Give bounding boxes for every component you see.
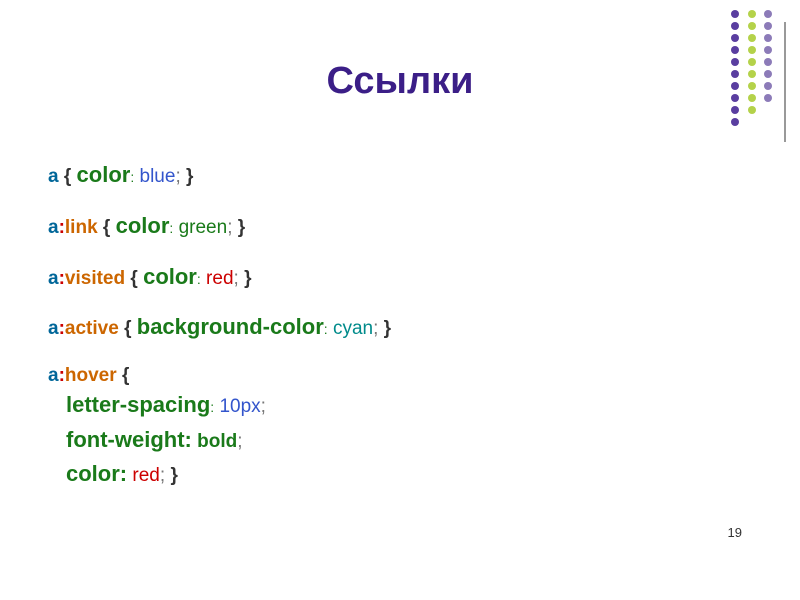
property: font-weight: — [66, 427, 192, 452]
value: green — [179, 217, 228, 238]
pseudo-class: link — [65, 217, 98, 238]
semicolon-icon: ; — [175, 166, 180, 187]
pseudo-class: hover — [65, 365, 117, 386]
css-rule: a:hover { letter-spacing: 10px; font-wei… — [48, 363, 391, 490]
value: bold — [197, 431, 237, 452]
brace-open: { — [64, 166, 71, 187]
brace-open: { — [122, 365, 129, 386]
brace-close: } — [238, 217, 245, 238]
selector: a — [48, 166, 59, 187]
colon-icon: : — [130, 169, 134, 185]
semicolon-icon: ; — [234, 268, 239, 289]
selector: a — [48, 365, 59, 386]
property: color — [77, 162, 131, 187]
brace-open: { — [130, 268, 137, 289]
css-rule: a:active { background-color: cyan; } — [48, 312, 391, 343]
value: blue — [140, 166, 176, 187]
brace-close: } — [170, 465, 177, 486]
semicolon-icon: ; — [261, 396, 266, 417]
css-rule: a { color: blue; } — [48, 160, 391, 191]
colon-icon: : — [324, 321, 328, 337]
property: background-color — [137, 314, 324, 339]
css-code-block: a { color: blue; } a: link { color: green… — [48, 160, 391, 494]
value: red — [132, 465, 159, 486]
brace-close: } — [186, 166, 193, 187]
value: red — [206, 268, 233, 289]
semicolon-icon: ; — [160, 465, 165, 486]
page-number: 19 — [728, 525, 742, 540]
colon-icon: : — [197, 271, 201, 287]
semicolon-icon: ; — [227, 217, 232, 238]
property: letter-spacing — [66, 392, 210, 417]
slide-title: Ссылки — [0, 60, 800, 103]
selector: a — [48, 217, 59, 238]
semicolon-icon: ; — [373, 318, 378, 339]
brace-close: } — [244, 268, 251, 289]
brace-open: { — [124, 318, 131, 339]
colon-icon: : — [210, 399, 214, 415]
value: cyan — [333, 318, 373, 339]
colon-icon: : — [169, 220, 173, 236]
brace-open: { — [103, 217, 110, 238]
css-rule: a:link { color: green; } — [48, 211, 391, 242]
property: color — [116, 213, 170, 238]
value: 10px — [219, 396, 260, 417]
selector: a — [48, 268, 59, 289]
property: color — [143, 264, 197, 289]
selector: a — [48, 318, 59, 339]
brace-close: } — [384, 318, 391, 339]
property: color: — [66, 461, 127, 486]
css-rule: a:visited { color: red; } — [48, 262, 391, 293]
pseudo-class: visited — [65, 268, 125, 289]
pseudo-class: active — [65, 318, 119, 339]
semicolon-icon: ; — [237, 431, 242, 452]
